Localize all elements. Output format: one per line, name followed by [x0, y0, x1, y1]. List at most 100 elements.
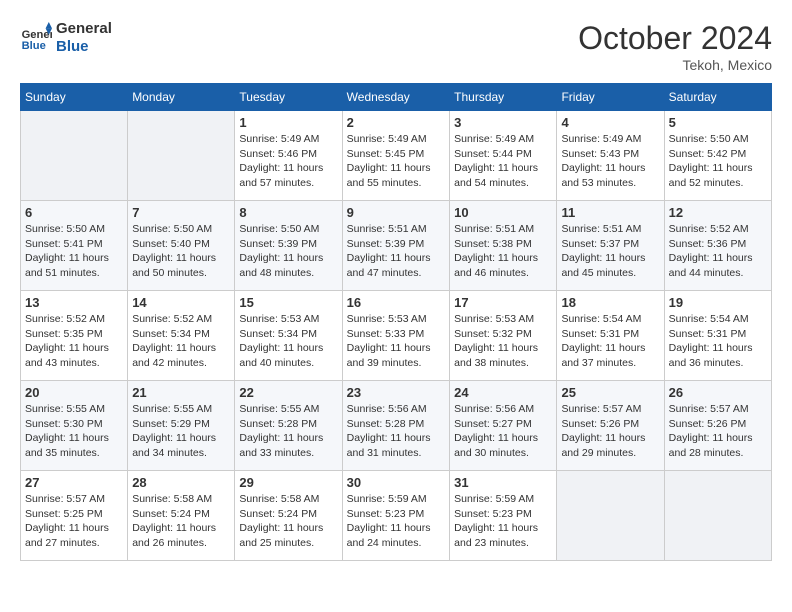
- day-info: Sunrise: 5:51 AMSunset: 5:38 PMDaylight:…: [454, 222, 552, 281]
- day-info: Sunrise: 5:49 AMSunset: 5:43 PMDaylight:…: [561, 132, 659, 191]
- day-info: Sunrise: 5:59 AMSunset: 5:23 PMDaylight:…: [454, 492, 552, 551]
- month-title: October 2024: [578, 20, 772, 57]
- calendar-cell: 16 Sunrise: 5:53 AMSunset: 5:33 PMDayligh…: [342, 291, 450, 381]
- day-info: Sunrise: 5:55 AMSunset: 5:29 PMDaylight:…: [132, 402, 230, 461]
- calendar-cell: 23 Sunrise: 5:56 AMSunset: 5:28 PMDayligh…: [342, 381, 450, 471]
- day-number: 10: [454, 205, 552, 220]
- calendar-cell: 29 Sunrise: 5:58 AMSunset: 5:24 PMDayligh…: [235, 471, 342, 561]
- calendar-cell: 28Sunrise: 5:58 AMSunset: 5:24 PMDayligh…: [128, 471, 235, 561]
- calendar-cell: 6 Sunrise: 5:50 AMSunset: 5:41 PMDaylight…: [21, 201, 128, 291]
- day-info: Sunrise: 5:50 AMSunset: 5:42 PMDaylight:…: [669, 132, 767, 191]
- day-info: Sunrise: 5:54 AMSunset: 5:31 PMDaylight:…: [669, 312, 767, 371]
- location: Tekoh, Mexico: [578, 57, 772, 73]
- day-info: Sunrise: 5:57 AMSunset: 5:25 PMDaylight:…: [25, 492, 123, 551]
- calendar-cell: 3Sunrise: 5:49 AMSunset: 5:44 PMDaylight…: [450, 111, 557, 201]
- day-info: Sunrise: 5:51 AMSunset: 5:39 PMDaylight:…: [347, 222, 446, 281]
- day-info: Sunrise: 5:56 AMSunset: 5:27 PMDaylight:…: [454, 402, 552, 461]
- calendar-week-3: 13 Sunrise: 5:52 AMSunset: 5:35 PMDayligh…: [21, 291, 772, 381]
- day-number: 9: [347, 205, 446, 220]
- calendar-cell: 27 Sunrise: 5:57 AMSunset: 5:25 PMDayligh…: [21, 471, 128, 561]
- day-header-thursday: Thursday: [450, 84, 557, 111]
- calendar-cell: 4Sunrise: 5:49 AMSunset: 5:43 PMDaylight…: [557, 111, 664, 201]
- calendar-cell: [664, 471, 771, 561]
- day-number: 6: [25, 205, 123, 220]
- day-number: 5: [669, 115, 767, 130]
- day-info: Sunrise: 5:49 AMSunset: 5:46 PMDaylight:…: [239, 132, 337, 191]
- calendar-cell: [128, 111, 235, 201]
- day-info: Sunrise: 5:53 AMSunset: 5:32 PMDaylight:…: [454, 312, 552, 371]
- day-number: 31: [454, 475, 552, 490]
- logo-blue: Blue: [56, 38, 112, 56]
- day-header-sunday: Sunday: [21, 84, 128, 111]
- day-info: Sunrise: 5:51 AMSunset: 5:37 PMDaylight:…: [561, 222, 659, 281]
- day-number: 25: [561, 385, 659, 400]
- day-number: 1: [239, 115, 337, 130]
- calendar-cell: 17 Sunrise: 5:53 AMSunset: 5:32 PMDayligh…: [450, 291, 557, 381]
- day-info: Sunrise: 5:57 AMSunset: 5:26 PMDaylight:…: [669, 402, 767, 461]
- calendar-table: SundayMondayTuesdayWednesdayThursdayFrid…: [20, 83, 772, 561]
- day-number: 29: [239, 475, 337, 490]
- calendar-cell: 12 Sunrise: 5:52 AMSunset: 5:36 PMDayligh…: [664, 201, 771, 291]
- day-number: 19: [669, 295, 767, 310]
- day-number: 18: [561, 295, 659, 310]
- day-number: 26: [669, 385, 767, 400]
- day-info: Sunrise: 5:52 AMSunset: 5:34 PMDaylight:…: [132, 312, 230, 371]
- calendar-week-4: 20 Sunrise: 5:55 AMSunset: 5:30 PMDayligh…: [21, 381, 772, 471]
- calendar-cell: 1 Sunrise: 5:49 AMSunset: 5:46 PMDaylight…: [235, 111, 342, 201]
- logo-icon: General Blue: [20, 22, 52, 54]
- calendar-cell: 30 Sunrise: 5:59 AMSunset: 5:23 PMDayligh…: [342, 471, 450, 561]
- day-info: Sunrise: 5:50 AMSunset: 5:39 PMDaylight:…: [239, 222, 337, 281]
- title-block: October 2024 Tekoh, Mexico: [578, 20, 772, 73]
- day-number: 17: [454, 295, 552, 310]
- day-number: 28: [132, 475, 230, 490]
- day-number: 30: [347, 475, 446, 490]
- calendar-week-5: 27 Sunrise: 5:57 AMSunset: 5:25 PMDayligh…: [21, 471, 772, 561]
- day-header-wednesday: Wednesday: [342, 84, 450, 111]
- day-info: Sunrise: 5:55 AMSunset: 5:28 PMDaylight:…: [239, 402, 337, 461]
- day-header-friday: Friday: [557, 84, 664, 111]
- calendar-cell: 11Sunrise: 5:51 AMSunset: 5:37 PMDayligh…: [557, 201, 664, 291]
- day-number: 20: [25, 385, 123, 400]
- day-number: 15: [239, 295, 337, 310]
- day-number: 21: [132, 385, 230, 400]
- day-info: Sunrise: 5:58 AMSunset: 5:24 PMDaylight:…: [239, 492, 337, 551]
- day-number: 13: [25, 295, 123, 310]
- logo-general: General: [56, 20, 112, 38]
- calendar-cell: 5 Sunrise: 5:50 AMSunset: 5:42 PMDaylight…: [664, 111, 771, 201]
- calendar-cell: 26 Sunrise: 5:57 AMSunset: 5:26 PMDayligh…: [664, 381, 771, 471]
- calendar-week-2: 6 Sunrise: 5:50 AMSunset: 5:41 PMDaylight…: [21, 201, 772, 291]
- day-info: Sunrise: 5:55 AMSunset: 5:30 PMDaylight:…: [25, 402, 123, 461]
- day-number: 3: [454, 115, 552, 130]
- day-number: 14: [132, 295, 230, 310]
- day-number: 16: [347, 295, 446, 310]
- calendar-week-1: 1 Sunrise: 5:49 AMSunset: 5:46 PMDaylight…: [21, 111, 772, 201]
- calendar-cell: 19 Sunrise: 5:54 AMSunset: 5:31 PMDayligh…: [664, 291, 771, 381]
- day-info: Sunrise: 5:59 AMSunset: 5:23 PMDaylight:…: [347, 492, 446, 551]
- day-number: 2: [347, 115, 446, 130]
- day-info: Sunrise: 5:53 AMSunset: 5:34 PMDaylight:…: [239, 312, 337, 371]
- calendar-cell: 15 Sunrise: 5:53 AMSunset: 5:34 PMDayligh…: [235, 291, 342, 381]
- day-info: Sunrise: 5:52 AMSunset: 5:35 PMDaylight:…: [25, 312, 123, 371]
- day-header-monday: Monday: [128, 84, 235, 111]
- calendar-cell: 22 Sunrise: 5:55 AMSunset: 5:28 PMDayligh…: [235, 381, 342, 471]
- calendar-cell: 21 Sunrise: 5:55 AMSunset: 5:29 PMDayligh…: [128, 381, 235, 471]
- day-header-tuesday: Tuesday: [235, 84, 342, 111]
- day-info: Sunrise: 5:56 AMSunset: 5:28 PMDaylight:…: [347, 402, 446, 461]
- calendar-cell: 20 Sunrise: 5:55 AMSunset: 5:30 PMDayligh…: [21, 381, 128, 471]
- day-number: 24: [454, 385, 552, 400]
- calendar-cell: 9 Sunrise: 5:51 AMSunset: 5:39 PMDaylight…: [342, 201, 450, 291]
- day-number: 22: [239, 385, 337, 400]
- calendar-cell: 18Sunrise: 5:54 AMSunset: 5:31 PMDayligh…: [557, 291, 664, 381]
- calendar-cell: 14 Sunrise: 5:52 AMSunset: 5:34 PMDayligh…: [128, 291, 235, 381]
- day-info: Sunrise: 5:50 AMSunset: 5:40 PMDaylight:…: [132, 222, 230, 281]
- calendar-cell: 10 Sunrise: 5:51 AMSunset: 5:38 PMDayligh…: [450, 201, 557, 291]
- calendar-cell: 25Sunrise: 5:57 AMSunset: 5:26 PMDayligh…: [557, 381, 664, 471]
- logo: General Blue General Blue: [20, 20, 112, 56]
- day-info: Sunrise: 5:53 AMSunset: 5:33 PMDaylight:…: [347, 312, 446, 371]
- day-number: 27: [25, 475, 123, 490]
- day-info: Sunrise: 5:52 AMSunset: 5:36 PMDaylight:…: [669, 222, 767, 281]
- calendar-cell: 8Sunrise: 5:50 AMSunset: 5:39 PMDaylight…: [235, 201, 342, 291]
- day-number: 23: [347, 385, 446, 400]
- day-number: 12: [669, 205, 767, 220]
- day-info: Sunrise: 5:50 AMSunset: 5:41 PMDaylight:…: [25, 222, 123, 281]
